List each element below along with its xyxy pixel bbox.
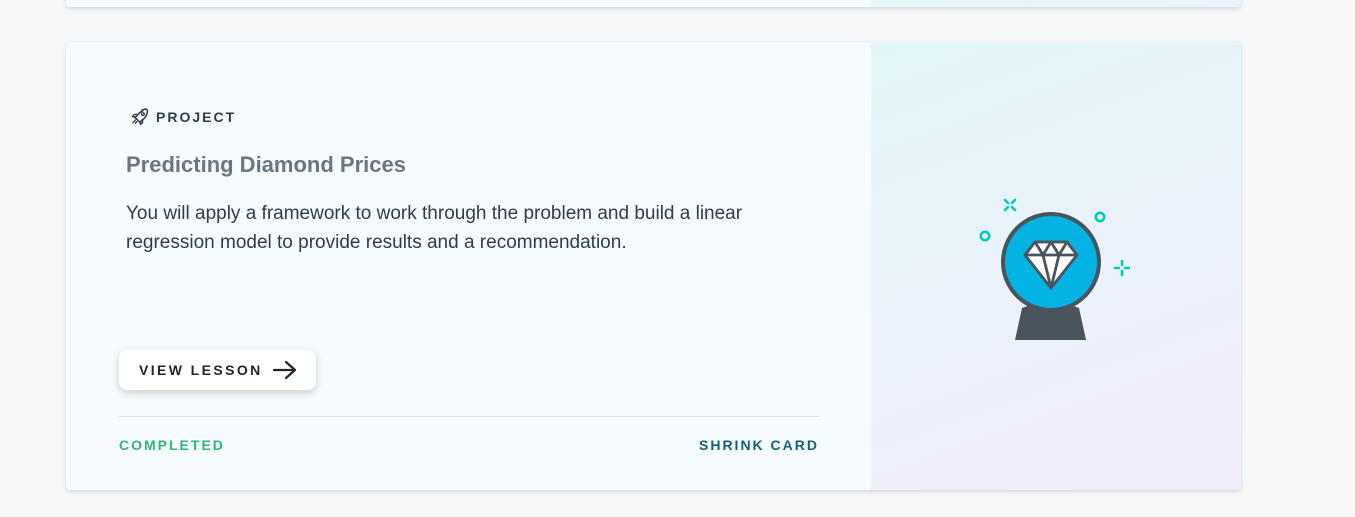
card-eyebrow: PROJECT	[130, 107, 236, 127]
arrow-right-icon	[272, 360, 297, 380]
diamond-crystal-ball-illustration	[979, 198, 1131, 340]
card-divider	[119, 416, 819, 417]
card-body: PROJECT Predicting Diamond Prices You wi…	[66, 42, 871, 490]
lesson-card: PROJECT Predicting Diamond Prices You wi…	[66, 42, 1241, 490]
view-lesson-label: VIEW LESSON	[139, 362, 263, 378]
card-illustration-panel	[871, 42, 1241, 490]
sparkle-plus-icon	[1113, 259, 1131, 277]
view-lesson-button[interactable]: VIEW LESSON	[119, 350, 316, 390]
previous-card	[66, 0, 1241, 7]
card-title: Predicting Diamond Prices	[126, 152, 406, 177]
status-badge: COMPLETED	[119, 437, 225, 453]
previous-card-art	[871, 0, 1241, 7]
eyebrow-label: PROJECT	[156, 109, 237, 125]
sparkle-ring-icon	[979, 230, 991, 242]
card-description: You will apply a framework to work throu…	[126, 203, 743, 253]
shrink-card-link[interactable]: SHRINK CARD	[699, 437, 819, 453]
sparkle-x-icon	[1003, 198, 1017, 212]
sparkle-ring-icon	[1094, 211, 1106, 223]
rocket-icon	[131, 108, 149, 126]
